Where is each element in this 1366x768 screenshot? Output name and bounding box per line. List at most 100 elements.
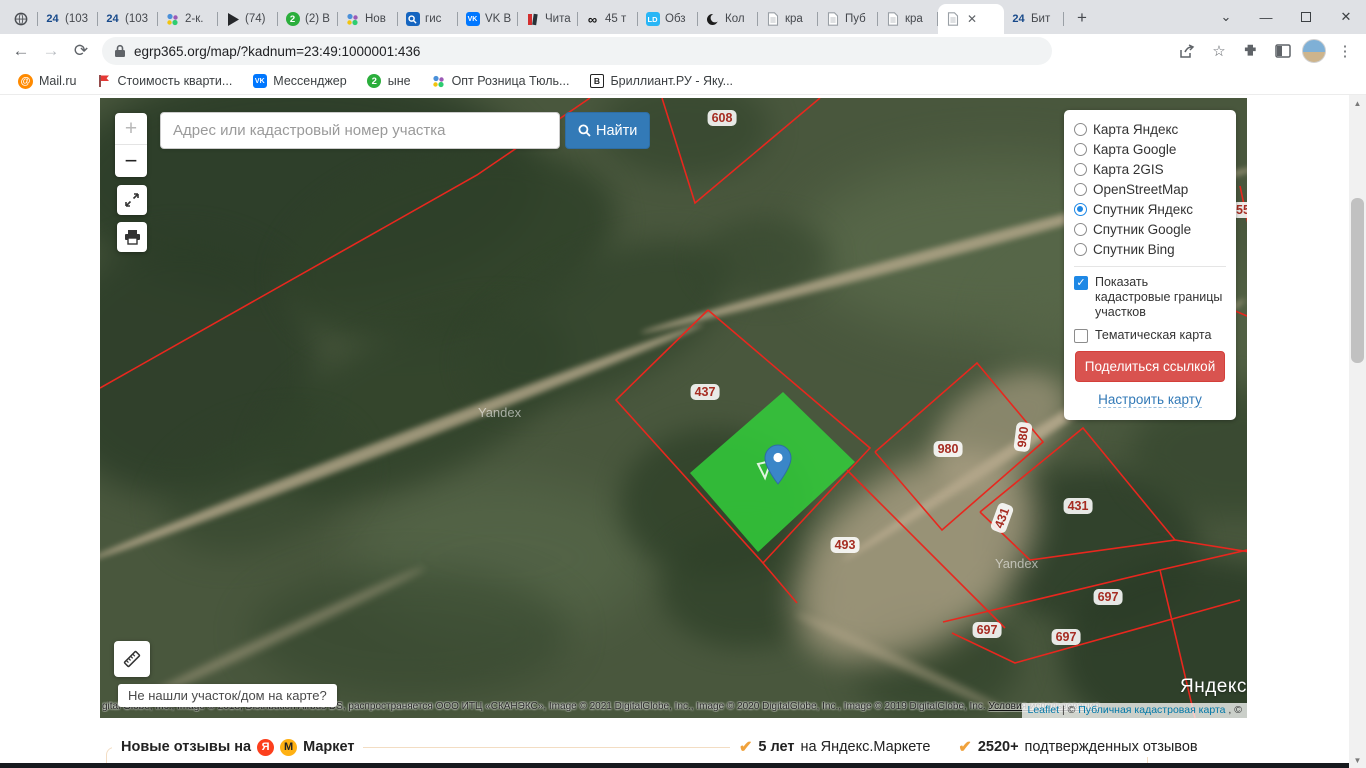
reviews-badges: ✔ 5 лет на Яндекс.Маркете ✔ 2520+ подтве… — [730, 737, 1207, 757]
search-icon — [578, 124, 591, 137]
overlay-option[interactable]: ✓ Показать кадастровые границы участков — [1074, 275, 1226, 320]
browser-tab[interactable]: 24 Бит — [1004, 4, 1064, 34]
tab-list: 24 (103 24 (103 2-к. (74) 2 (2) В Нов гис VK VK В Чи… — [0, 0, 1096, 34]
bookmark-item[interactable]: 2 ыне — [359, 71, 419, 92]
fullscreen-icon — [125, 193, 139, 207]
bookmark-star-icon[interactable]: ☆ — [1206, 38, 1232, 64]
leaflet-link[interactable]: Leaflet — [1027, 704, 1059, 716]
doc-favicon-icon — [945, 12, 960, 27]
layer-label: Спутник Яндекс — [1093, 201, 1194, 217]
page-scrollbar[interactable]: ▲ ▼ — [1349, 95, 1366, 768]
base-layer-option[interactable]: Спутник Google — [1074, 219, 1226, 239]
browser-tab[interactable]: гис — [398, 4, 458, 34]
browser-tab[interactable]: 2-к. — [158, 4, 218, 34]
bookmark-label: Mail.ru — [39, 74, 77, 88]
new-tab-button[interactable]: + — [1068, 4, 1096, 32]
print-button[interactable] — [117, 222, 147, 252]
search-button[interactable]: Найти — [565, 112, 651, 149]
extensions-puzzle-icon[interactable] — [1238, 38, 1264, 64]
radio-icon — [1074, 182, 1087, 196]
search-input[interactable] — [160, 112, 560, 149]
browser-tab[interactable]: Нов — [338, 4, 398, 34]
tab-search-chevron-icon[interactable]: ⌄ — [1206, 0, 1246, 34]
flag-favicon-icon — [97, 74, 112, 89]
tab-label: Обз — [665, 13, 686, 25]
tab-label: гис — [425, 13, 442, 25]
green2-favicon-icon: 2 — [285, 12, 300, 27]
bookmark-item[interactable]: VK Мессенджер — [244, 71, 354, 92]
browser-tab[interactable]: кра — [758, 4, 818, 34]
radio-icon — [1074, 162, 1087, 176]
tab-label: Чита — [545, 13, 571, 25]
bookmark-item[interactable]: Стоимость кварти... — [89, 71, 241, 92]
zoom-in-button[interactable]: + — [115, 113, 147, 145]
base-layer-option[interactable]: Карта Google — [1074, 139, 1226, 159]
tab-close-icon[interactable]: ✕ — [965, 12, 979, 26]
browser-tab[interactable]: LD Обз — [638, 4, 698, 34]
measure-ruler-button[interactable] — [114, 641, 150, 677]
browser-tab[interactable]: Пуб — [818, 4, 878, 34]
vk-favicon-icon: VK — [465, 12, 480, 27]
vk-favicon-icon: VK — [252, 74, 267, 89]
cadastral-map[interactable]: 608 437 493 980 980 431 431 697 697 697 55 Yandex Ya… — [100, 98, 1247, 718]
tab-label: (103 — [65, 13, 89, 25]
scroll-up-icon[interactable]: ▲ — [1349, 95, 1366, 111]
base-layer-option[interactable]: Спутник Яндекс — [1074, 199, 1226, 219]
reading-list-icon[interactable] — [1270, 38, 1296, 64]
yandex-watermark: Yandex — [995, 556, 1039, 571]
base-layer-option[interactable]: Карта 2GIS — [1074, 159, 1226, 179]
browser-tab[interactable]: Кол — [698, 4, 758, 34]
browser-tab[interactable]: 24 (103 — [38, 4, 98, 34]
kadastr-link[interactable]: Публичная кадастровая карта — [1078, 704, 1225, 716]
forward-button[interactable]: → — [36, 36, 66, 66]
back-button[interactable]: ← — [6, 36, 36, 66]
base-layer-option[interactable]: Карта Яндекс — [1074, 119, 1226, 139]
configure-map-link[interactable]: Настроить карту — [1098, 392, 1202, 408]
browser-tab[interactable]: 24 (103 — [98, 4, 158, 34]
radio-icon — [1074, 142, 1087, 156]
browser-tab-active[interactable]: ✕ — [938, 4, 1004, 34]
minimize-button[interactable]: — — [1246, 0, 1286, 34]
map-search: Найти — [160, 112, 651, 149]
scroll-down-icon[interactable]: ▼ — [1349, 752, 1366, 768]
close-window-button[interactable]: ✕ — [1326, 0, 1366, 34]
dots-favicon-icon — [345, 12, 360, 27]
fullscreen-button[interactable] — [117, 185, 147, 215]
reload-button[interactable]: ⟳ — [66, 36, 96, 66]
check-icon: ✔ — [958, 739, 972, 756]
browser-tab[interactable]: Чита — [518, 4, 578, 34]
zoom-out-button[interactable]: − — [115, 145, 147, 177]
parcel-label: 608 — [707, 110, 737, 126]
bookmarks-bar: @ Mail.ru Стоимость кварти... VK Мессенджер 2… — [0, 68, 1366, 95]
browser-tab[interactable]: 2 (2) В — [278, 4, 338, 34]
badge-years-text: на Яндекс.Маркете — [800, 739, 931, 755]
scrollbar-thumb[interactable] — [1351, 198, 1364, 363]
bookmark-item[interactable]: @ Mail.ru — [10, 71, 85, 92]
maximize-button[interactable] — [1286, 0, 1326, 34]
browser-menu-icon[interactable]: ⋮ — [1332, 38, 1358, 64]
overlay-label: Тематическая карта — [1095, 328, 1212, 342]
bookmark-item[interactable]: В Бриллиант.РУ - Яку... — [581, 71, 741, 92]
moon-favicon-icon — [705, 12, 720, 27]
browser-tab[interactable]: кра — [878, 4, 938, 34]
share-link-button[interactable]: Поделиться ссылкой — [1075, 351, 1225, 382]
radio-icon — [1074, 222, 1087, 236]
doc-favicon-icon — [765, 12, 780, 27]
browser-tab[interactable]: ∞ 45 т — [578, 4, 638, 34]
badge-reviews-text: подтвержденных отзывов — [1024, 739, 1198, 755]
base-layer-option[interactable]: Спутник Bing — [1074, 239, 1226, 259]
toolbar-extensions: ☆ ⋮ — [1174, 34, 1358, 68]
browser-tab[interactable]: VK VK В — [458, 4, 518, 34]
address-bar[interactable]: egrp365.org/map/?kadnum=23:49:1000001:43… — [102, 37, 1052, 65]
overlay-option[interactable]: Тематическая карта — [1074, 328, 1226, 343]
radio-icon — [1074, 242, 1087, 256]
base-layer-option[interactable]: OpenStreetMap — [1074, 179, 1226, 199]
market-icon: М — [280, 738, 298, 756]
bookmark-item[interactable]: Опт Розница Тюль... — [423, 71, 578, 92]
not-found-link[interactable]: Не нашли участок/дом на карте? — [118, 684, 337, 707]
browser-tab[interactable]: (74) — [218, 4, 278, 34]
reviews-prefix: Новые отзывы на — [121, 739, 252, 755]
browser-tab[interactable] — [6, 4, 38, 34]
share-icon[interactable] — [1174, 38, 1200, 64]
profile-avatar[interactable] — [1302, 39, 1326, 63]
